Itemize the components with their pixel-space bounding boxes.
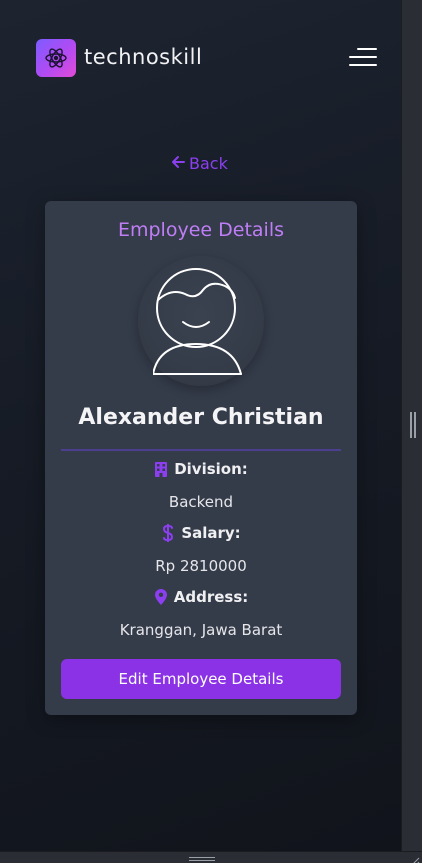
division-label: Division: (174, 460, 248, 478)
resize-handle-icon[interactable] (410, 852, 420, 863)
division-value: Backend (168, 493, 234, 511)
navbar: technoskill (36, 39, 378, 77)
scrollbar-grip-icon[interactable] (410, 412, 416, 438)
hamburger-menu-icon[interactable] (349, 48, 377, 68)
arrow-left-icon (171, 154, 185, 173)
divider (61, 449, 341, 451)
brand-name[interactable]: technoskill (84, 45, 202, 69)
scrollbar-grip-icon[interactable] (189, 857, 215, 861)
card-title: Employee Details (117, 219, 284, 241)
user-avatar-icon (138, 256, 264, 386)
map-pin-icon (154, 589, 168, 605)
salary-label-row: Salary: (45, 524, 357, 542)
vertical-scrollbar[interactable] (401, 0, 422, 851)
atom-logo-icon[interactable] (36, 39, 76, 77)
address-label: Address: (173, 588, 249, 606)
back-link[interactable]: Back (171, 154, 228, 173)
salary-value: Rp 2810000 (155, 557, 247, 575)
employee-name: Alexander Christian (78, 405, 324, 430)
employee-details-card: Employee Details Alexander Christian Div… (45, 201, 357, 715)
back-link-label: Back (189, 154, 228, 173)
division-label-row: Division: (45, 460, 357, 478)
app-viewport: technoskill Back Employee Details Alexan… (0, 0, 401, 851)
salary-label: Salary: (181, 524, 241, 542)
edit-employee-button[interactable]: Edit Employee Details (61, 659, 341, 699)
dollar-icon (161, 524, 175, 542)
building-icon (154, 461, 168, 477)
address-label-row: Address: (45, 588, 357, 606)
horizontal-scrollbar[interactable] (0, 851, 422, 863)
address-value: Kranggan, Jawa Barat (119, 621, 283, 639)
